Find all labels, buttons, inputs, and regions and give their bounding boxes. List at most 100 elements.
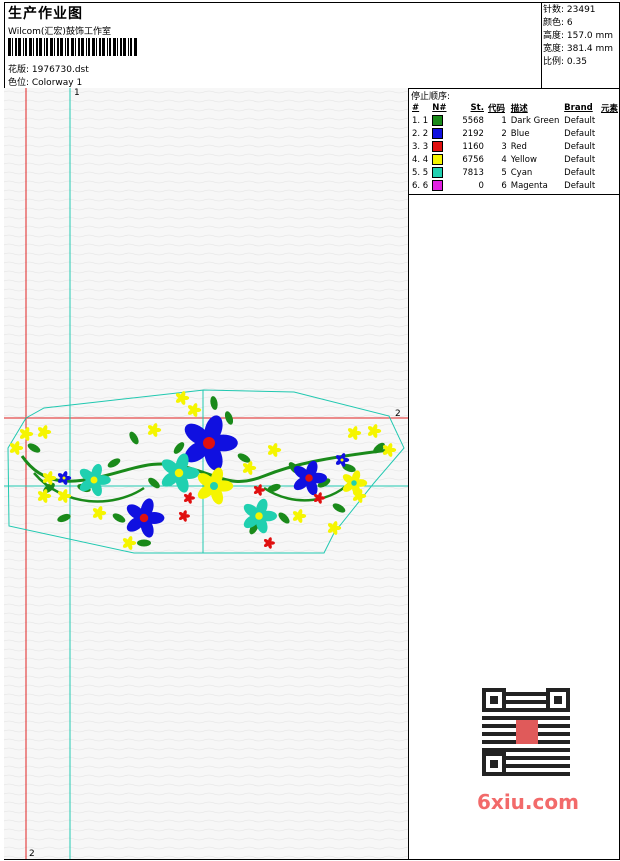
design-canvas[interactable]: 1 2 2	[4, 88, 408, 859]
row-index: 3. 3	[412, 141, 429, 152]
row-code: 2	[501, 128, 507, 139]
col-element: 元素	[600, 103, 618, 114]
leaf	[112, 513, 126, 523]
stop-row: 5. 5 7813 5 Cyan Default	[410, 166, 620, 179]
row-swatch	[430, 179, 455, 192]
col-index: #	[412, 102, 420, 113]
row-desc: Blue	[510, 128, 530, 139]
row-element	[599, 127, 620, 140]
small-yellow-flower	[122, 536, 137, 550]
row-code: 3	[501, 141, 507, 152]
stop-row: 3. 3 1160 3 Red Default	[410, 140, 620, 153]
leaf	[27, 443, 41, 453]
row-stitches: 5568	[462, 115, 484, 126]
stats-panel: 针数: 23491 颜色: 6 高度: 157.0 mm 宽度: 381.4 m…	[543, 4, 619, 69]
color-swatch	[432, 141, 444, 152]
company-name: Wilcom(汇宏)鼓饰工作室	[8, 27, 111, 37]
design-scale: 比例: 0.35	[543, 57, 587, 67]
row-swatch	[430, 127, 455, 140]
leaf	[332, 503, 346, 513]
row-stitches: 7813	[462, 167, 484, 178]
col-code: 代码	[487, 103, 505, 114]
small-yellow-flower	[57, 489, 72, 503]
small-yellow-flower	[292, 509, 307, 523]
row-swatch	[430, 166, 455, 179]
small-red-flower	[183, 492, 195, 504]
row-desc: Dark Green	[510, 115, 560, 126]
row-code: 4	[501, 154, 507, 165]
guide-label: 2	[395, 409, 401, 419]
row-swatch	[430, 140, 455, 153]
color-swatch	[432, 154, 444, 165]
stop-row: 2. 2 2192 2 Blue Default	[410, 127, 620, 140]
stitch-count: 针数: 23491	[543, 5, 596, 15]
color-swatch	[432, 115, 444, 126]
blue-flower	[57, 471, 72, 485]
row-stitches: 6756	[462, 154, 484, 165]
small-yellow-flower	[92, 506, 107, 520]
row-desc: Yellow	[510, 154, 537, 165]
guide-label: 1	[74, 88, 80, 98]
stop-row: 6. 6 0 6 Magenta Default	[410, 179, 620, 192]
colorway: 色位: Colorway 1	[8, 78, 83, 88]
row-element	[599, 140, 620, 153]
stop-row: 1. 1 5568 1 Dark Green Default	[410, 114, 620, 127]
color-swatch	[432, 128, 444, 139]
row-desc: Magenta	[510, 180, 548, 191]
row-code: 5	[501, 167, 507, 178]
barcode	[8, 38, 137, 56]
row-index: 4. 4	[412, 154, 429, 165]
leaf	[137, 539, 151, 547]
row-element	[599, 114, 620, 127]
row-code: 1	[501, 115, 507, 126]
small-yellow-flower	[37, 425, 52, 439]
small-yellow-flower	[19, 427, 34, 441]
small-red-flower	[263, 537, 275, 549]
row-brand: Default	[564, 180, 596, 191]
leaf	[107, 458, 121, 468]
color-swatch	[432, 167, 444, 178]
watermark-text: 6xiu.com	[477, 790, 579, 814]
row-index: 2. 2	[412, 128, 429, 139]
stop-sequence-table: # N# St. 代码 描述 Brand 元素 1. 1 5568 1 Dark Gr…	[410, 101, 620, 192]
design-outline	[7, 389, 405, 554]
leaf	[129, 431, 139, 445]
cyan-flower	[243, 498, 277, 534]
col-stitches: St.	[470, 102, 484, 113]
row-stitches: 1160	[462, 141, 484, 152]
row-desc: Red	[510, 141, 527, 152]
page-title: 生产作业图	[8, 6, 83, 22]
row-element	[599, 179, 620, 192]
row-swatch	[430, 153, 455, 166]
design-height: 高度: 157.0 mm	[543, 31, 614, 41]
embroidery-preview: 1 2 2	[4, 88, 408, 859]
row-stitches: 0	[478, 180, 484, 191]
col-needle: N#	[432, 102, 447, 113]
stop-table-header: # N# St. 代码 描述 Brand 元素	[410, 101, 620, 114]
col-brand: Brand	[564, 102, 593, 113]
small-yellow-flower	[242, 461, 257, 475]
row-brand: Default	[564, 115, 596, 126]
row-brand: Default	[564, 167, 596, 178]
row-brand: Default	[564, 128, 596, 139]
color-swatch	[432, 180, 444, 191]
design-file: 花版: 1976730.dst	[8, 65, 89, 75]
stop-row: 4. 4 6756 4 Yellow Default	[410, 153, 620, 166]
row-index: 1. 1	[412, 115, 429, 126]
blue-flower	[126, 498, 165, 538]
row-element	[599, 153, 620, 166]
row-index: 6. 6	[412, 180, 429, 191]
leaf	[210, 396, 218, 410]
row-stitches: 2192	[462, 128, 484, 139]
row-element	[599, 166, 620, 179]
guide-label: 2	[29, 849, 35, 859]
row-code: 6	[501, 180, 507, 191]
row-swatch	[430, 114, 455, 127]
row-brand: Default	[564, 141, 596, 152]
row-desc: Cyan	[510, 167, 533, 178]
design-width: 宽度: 381.4 mm	[543, 44, 614, 54]
small-yellow-flower	[267, 443, 282, 457]
color-count: 颜色: 6	[543, 18, 573, 28]
row-index: 5. 5	[412, 167, 429, 178]
row-brand: Default	[564, 154, 596, 165]
